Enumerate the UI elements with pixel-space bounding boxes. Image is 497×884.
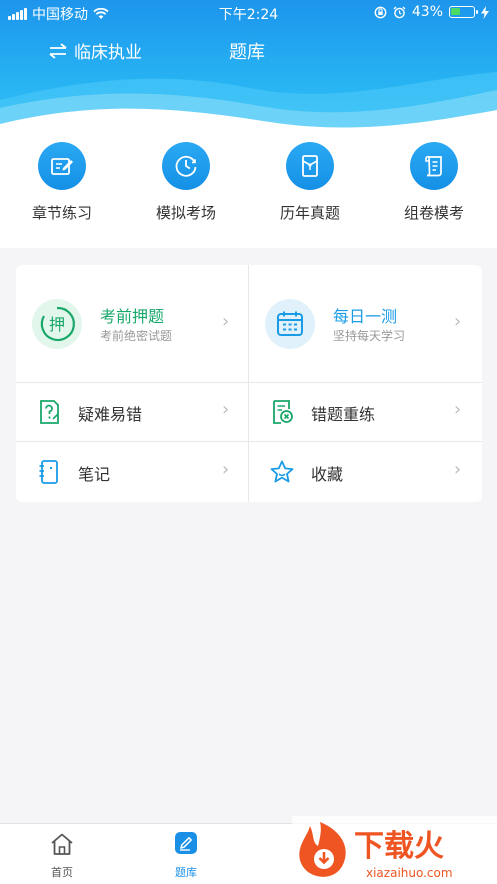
favorites-entry[interactable]: 收藏 › bbox=[249, 442, 482, 502]
home-icon bbox=[51, 833, 73, 855]
favorites-label: 收藏 bbox=[311, 465, 344, 484]
alarm-icon bbox=[393, 6, 406, 18]
exam-predict-title: 考前押题 bbox=[100, 307, 165, 326]
profession-label: 临床执业 bbox=[74, 43, 142, 63]
exam-predict-entry[interactable]: 押 考前押题 考前绝密试题 › bbox=[16, 265, 248, 382]
top-nav: 临床执业 题库 bbox=[0, 38, 497, 66]
notes-entry[interactable]: 笔记 › bbox=[16, 442, 248, 502]
chevron-right-icon: › bbox=[222, 399, 230, 420]
chevron-right-icon: › bbox=[454, 399, 462, 420]
battery-percent: 43% bbox=[411, 4, 443, 20]
header-wave-decoration bbox=[0, 72, 497, 150]
swap-arrows-icon bbox=[49, 42, 67, 59]
past-exams-button[interactable]: 历年真题 bbox=[255, 142, 365, 223]
quick-label: 组卷模考 bbox=[403, 204, 464, 222]
wifi-icon bbox=[93, 8, 109, 19]
difficult-label: 疑难易错 bbox=[78, 405, 143, 424]
notes-label: 笔记 bbox=[78, 465, 111, 484]
wrong-doc-icon bbox=[273, 400, 293, 424]
tab-question-bank[interactable]: 题库 bbox=[156, 832, 216, 880]
scroll-icon bbox=[410, 142, 458, 190]
svg-text:押: 押 bbox=[49, 315, 65, 334]
exam-predict-badge-icon: 押 bbox=[32, 299, 82, 349]
page-title: 题库 bbox=[229, 42, 265, 63]
daily-test-subtitle: 坚持每天学习 bbox=[333, 329, 406, 343]
pen-icon bbox=[175, 832, 197, 854]
tab-question-bank-label: 题库 bbox=[175, 866, 197, 879]
chevron-right-icon: › bbox=[454, 459, 462, 480]
tab-home[interactable]: 首页 bbox=[32, 832, 92, 880]
quick-access-row: 章节练习 模拟考场 历年真题 组卷模考 bbox=[0, 140, 497, 248]
daily-test-title: 每日一测 bbox=[333, 307, 398, 326]
edit-note-icon bbox=[38, 142, 86, 190]
feature-card: 押 考前押题 考前绝密试题 › 每日一测 坚持每天学习 › 疑难易错 › 错题重… bbox=[16, 265, 482, 502]
chevron-right-icon: › bbox=[454, 311, 462, 332]
xiazaihuo-watermark: 下载火 xiazaihuo.com bbox=[292, 816, 497, 883]
quick-label: 历年真题 bbox=[279, 204, 340, 222]
quick-label: 章节练习 bbox=[31, 204, 92, 222]
svg-text:下载火: 下载火 bbox=[354, 829, 444, 864]
chevron-right-icon: › bbox=[222, 459, 230, 480]
archive-file-icon bbox=[286, 142, 334, 190]
quick-label: 模拟考场 bbox=[155, 204, 216, 222]
rotation-lock-icon bbox=[374, 6, 387, 18]
profession-switch[interactable]: 临床执业 bbox=[48, 38, 142, 63]
wrong-retry-label: 错题重练 bbox=[311, 405, 376, 424]
exam-predict-subtitle: 考前绝密试题 bbox=[100, 329, 173, 343]
header: 中国移动 下午2:24 43% 临床执业 题库 bbox=[0, 0, 497, 150]
charging-icon bbox=[481, 5, 489, 19]
calendar-icon bbox=[265, 299, 315, 349]
tab-home-label: 首页 bbox=[51, 866, 73, 879]
status-bar: 中国移动 下午2:24 43% bbox=[0, 0, 497, 26]
question-doc-icon bbox=[40, 400, 59, 424]
wrong-retry-entry[interactable]: 错题重练 › bbox=[249, 383, 482, 441]
mock-exam-button[interactable]: 模拟考场 bbox=[131, 142, 241, 223]
difficult-questions-entry[interactable]: 疑难易错 › bbox=[16, 383, 248, 441]
notebook-icon bbox=[39, 460, 58, 484]
battery-icon bbox=[449, 6, 478, 18]
chapter-practice-button[interactable]: 章节练习 bbox=[7, 142, 117, 223]
clock-icon bbox=[162, 142, 210, 190]
star-icon bbox=[270, 460, 294, 483]
chevron-right-icon: › bbox=[222, 311, 230, 332]
signal-icon bbox=[8, 8, 27, 20]
compose-mock-button[interactable]: 组卷模考 bbox=[379, 142, 489, 223]
carrier-name: 中国移动 bbox=[32, 7, 88, 23]
daily-test-entry[interactable]: 每日一测 坚持每天学习 › bbox=[249, 265, 482, 382]
svg-text:xiazaihuo.com: xiazaihuo.com bbox=[366, 866, 453, 880]
